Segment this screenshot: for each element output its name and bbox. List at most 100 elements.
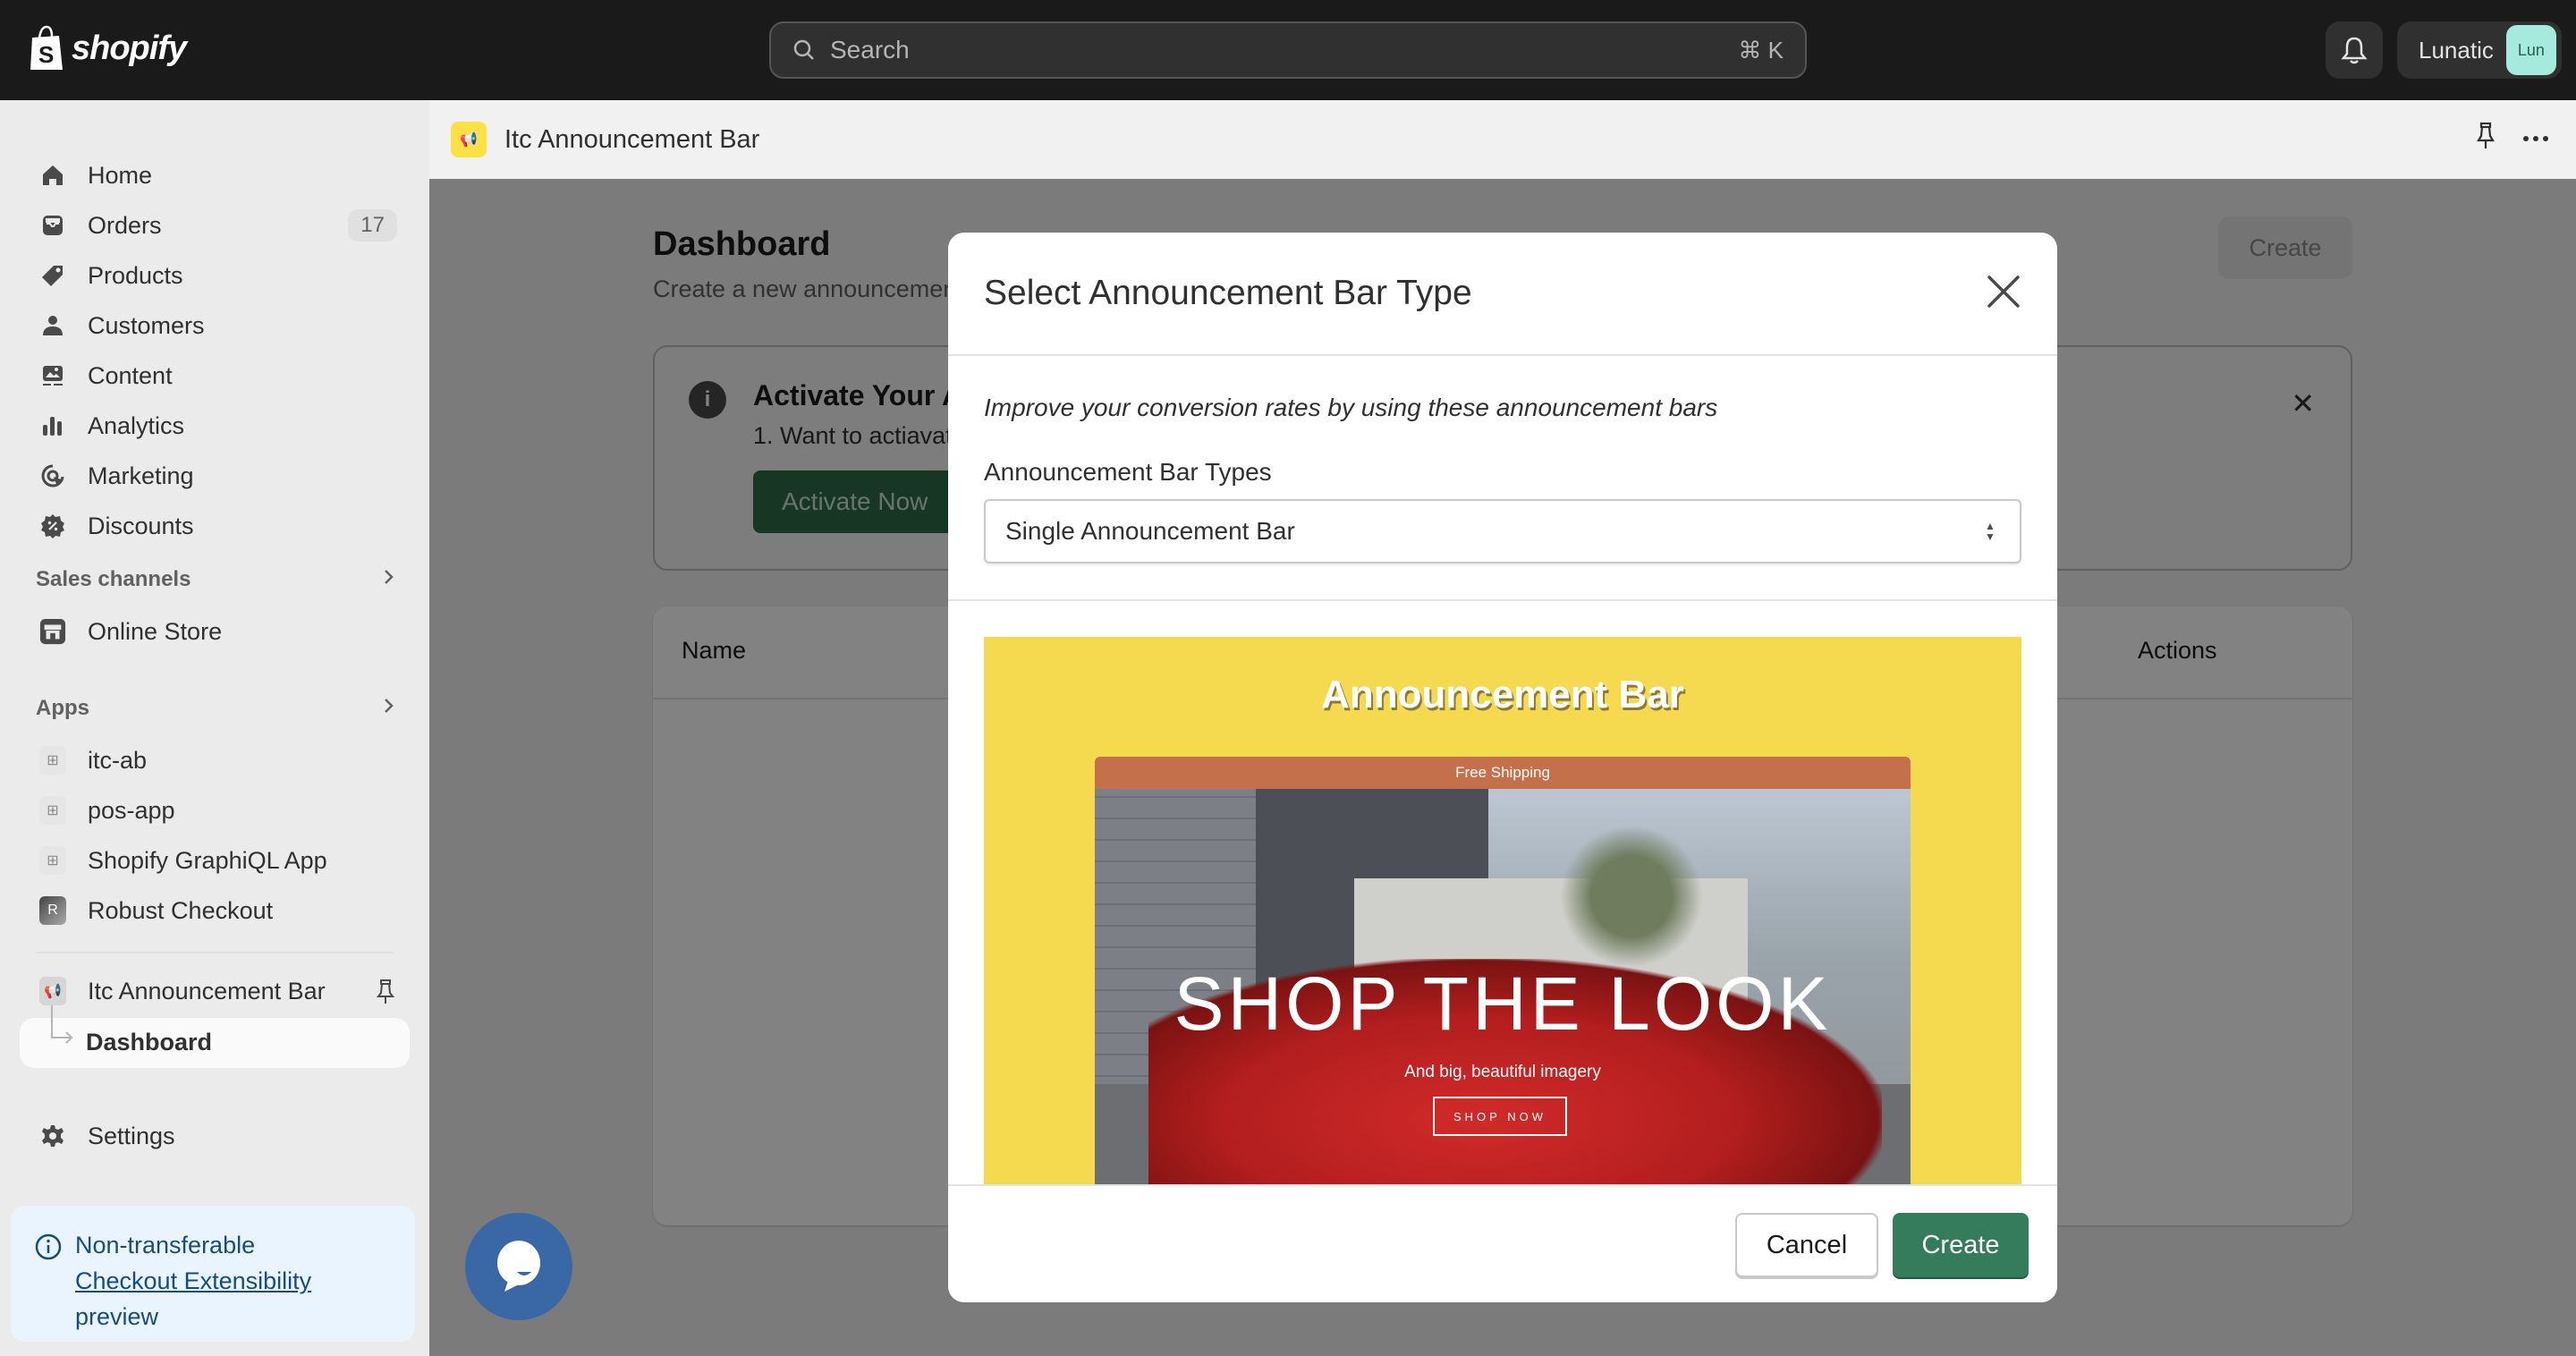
preview-store-frame: Free Shipping SHOP THE LOOK And big, bea… bbox=[1095, 757, 1911, 1184]
notifications-button[interactable] bbox=[2326, 21, 2383, 79]
gear-icon bbox=[39, 1123, 66, 1149]
sidebar-item-label: Products bbox=[88, 261, 183, 289]
checkout-extensibility-notice: Non-transferable Checkout Extensibility … bbox=[11, 1206, 415, 1342]
app-megaphone-icon: 📢 bbox=[451, 122, 487, 157]
bar-chart-icon bbox=[39, 412, 66, 439]
store-icon bbox=[39, 618, 66, 645]
pin-icon[interactable] bbox=[2476, 122, 2496, 155]
search-shortcut: ⌘ K bbox=[1738, 36, 1784, 64]
select-announcement-bar-type-modal: Select Announcement Bar Type Improve you… bbox=[948, 233, 2057, 1302]
preview-announcement-bar: Free Shipping bbox=[1095, 757, 1911, 789]
select-arrows-icon: ▲ ▼ bbox=[1985, 520, 1996, 543]
person-icon bbox=[39, 312, 66, 339]
modal-header: Select Announcement Bar Type bbox=[948, 233, 2057, 356]
home-icon bbox=[39, 162, 66, 189]
announcement-bar-preview: Announcement Bar Free Shipping SHOP THE … bbox=[984, 637, 2021, 1184]
store-name: Lunatic bbox=[2419, 36, 2494, 64]
more-options-icon[interactable] bbox=[2522, 131, 2549, 147]
hero-tree bbox=[1560, 825, 1703, 968]
search-input[interactable]: Search ⌘ K bbox=[769, 21, 1807, 79]
preview-hero-title: SHOP THE LOOK bbox=[1174, 962, 1832, 1046]
sidebar-item-discounts[interactable]: Discounts bbox=[20, 503, 410, 549]
sales-channels-label: Sales channels bbox=[36, 567, 191, 591]
sidebar-item-label: Analytics bbox=[88, 411, 185, 439]
shopify-logo[interactable]: S shopify bbox=[27, 25, 187, 72]
sub-item-arrow-icon bbox=[51, 1005, 73, 1044]
megaphone-icon: 📢 bbox=[39, 977, 66, 1005]
sidebar-item-label: Itc Announcement Bar bbox=[88, 977, 326, 1004]
svg-text:S: S bbox=[38, 41, 54, 68]
sidebar-item-label: Robust Checkout bbox=[88, 896, 274, 924]
user-menu-button[interactable]: Lunatic Lun bbox=[2397, 21, 2562, 79]
image-icon bbox=[39, 362, 66, 389]
sidebar-item-online-store[interactable]: Online Store bbox=[20, 608, 410, 655]
announcement-bar-types-label: Announcement Bar Types bbox=[984, 458, 1272, 486]
preview-shop-now-button: SHOP NOW bbox=[1433, 1097, 1567, 1136]
sidebar-item-label: Marketing bbox=[88, 462, 194, 489]
app-title: Itc Announcement Bar bbox=[504, 124, 760, 154]
apps-label: Apps bbox=[36, 696, 89, 720]
close-icon[interactable] bbox=[1986, 274, 2021, 309]
sidebar-item-label: Home bbox=[88, 161, 153, 189]
sidebar-item-label: Customers bbox=[88, 311, 205, 339]
orders-icon bbox=[39, 212, 66, 239]
sidebar-item-dashboard[interactable]: Dashboard bbox=[20, 1005, 410, 1068]
target-icon bbox=[39, 462, 66, 489]
info-icon bbox=[35, 1233, 62, 1260]
chat-icon bbox=[497, 1241, 540, 1292]
checkout-extensibility-link[interactable]: Checkout Extensibility bbox=[75, 1267, 311, 1294]
sidebar-item-itc-announcement-bar[interactable]: 📢 Itc Announcement Bar bbox=[20, 968, 410, 1014]
app-grid-icon: ⊞ bbox=[39, 746, 66, 775]
chevron-right-icon bbox=[383, 567, 395, 592]
sidebar-item-label: Dashboard bbox=[86, 1029, 213, 1055]
sidebar-item-graphiql-app[interactable]: ⊞ Shopify GraphiQL App bbox=[20, 837, 410, 884]
sidebar-divider bbox=[36, 952, 394, 953]
preview-hero-image: SHOP THE LOOK And big, beautiful imagery… bbox=[1095, 789, 1911, 1184]
avatar: Lun bbox=[2505, 25, 2556, 75]
sidebar-item-robust-checkout[interactable]: R Robust Checkout bbox=[20, 887, 410, 934]
sidebar-item-home[interactable]: Home bbox=[20, 152, 410, 199]
sidebar-item-label: Online Store bbox=[88, 617, 223, 645]
shopify-bag-icon: S bbox=[30, 25, 63, 70]
sidebar-item-settings[interactable]: Settings bbox=[20, 1113, 410, 1159]
sidebar-item-label: Settings bbox=[88, 1122, 175, 1149]
sidebar-item-label: Orders bbox=[88, 211, 162, 239]
announcement-bar-type-select[interactable]: Single Announcement Bar ▲ ▼ bbox=[984, 499, 2021, 564]
sidebar-item-label: pos-app bbox=[88, 796, 175, 824]
sidebar-item-label: Content bbox=[88, 361, 173, 389]
app-header: 📢 Itc Announcement Bar bbox=[429, 100, 2576, 179]
sidebar-item-label: Discounts bbox=[88, 512, 194, 539]
sidebar-item-label: Shopify GraphiQL App bbox=[88, 846, 327, 874]
modal-title: Select Announcement Bar Type bbox=[984, 274, 1472, 312]
apps-header[interactable]: Apps bbox=[36, 696, 395, 721]
sales-channels-header[interactable]: Sales channels bbox=[36, 567, 395, 592]
preview-heading: Announcement Bar bbox=[1321, 673, 1684, 716]
modal-footer: Cancel Create bbox=[948, 1184, 2057, 1302]
sidebar-item-itc-ab[interactable]: ⊞ itc-ab bbox=[20, 737, 410, 784]
sidebar-item-pos-app[interactable]: ⊞ pos-app bbox=[20, 787, 410, 834]
sidebar-item-orders[interactable]: Orders 17 bbox=[20, 202, 410, 249]
chat-widget-button[interactable] bbox=[465, 1213, 572, 1320]
modal-description: Improve your conversion rates by using t… bbox=[984, 394, 1718, 421]
app-grid-icon: ⊞ bbox=[39, 796, 66, 825]
search-placeholder: Search bbox=[830, 36, 910, 64]
chevron-right-icon bbox=[383, 696, 395, 721]
modal-divider bbox=[948, 599, 2057, 601]
cancel-button[interactable]: Cancel bbox=[1735, 1213, 1878, 1277]
top-bar: S shopify Search ⌘ K Lunatic Lun bbox=[0, 0, 2576, 100]
pin-icon[interactable] bbox=[376, 979, 395, 1010]
create-button[interactable]: Create bbox=[1893, 1213, 2029, 1277]
sidebar-item-marketing[interactable]: Marketing bbox=[20, 453, 410, 499]
sidebar-item-customers[interactable]: Customers bbox=[20, 302, 410, 349]
notice-text: Non-transferable bbox=[75, 1232, 256, 1259]
sidebar-item-analytics[interactable]: Analytics bbox=[20, 403, 410, 449]
tag-icon bbox=[39, 262, 66, 289]
app-grid-icon: ⊞ bbox=[39, 846, 66, 875]
sidebar-item-products[interactable]: Products bbox=[20, 252, 410, 299]
sidebar: Home Orders 17 Products Customers Conten… bbox=[0, 100, 429, 1356]
sidebar-item-content[interactable]: Content bbox=[20, 352, 410, 399]
discount-icon bbox=[39, 513, 66, 539]
orders-count-badge: 17 bbox=[348, 209, 397, 242]
robust-checkout-icon: R bbox=[39, 896, 66, 925]
notice-text-end: preview bbox=[75, 1303, 159, 1330]
